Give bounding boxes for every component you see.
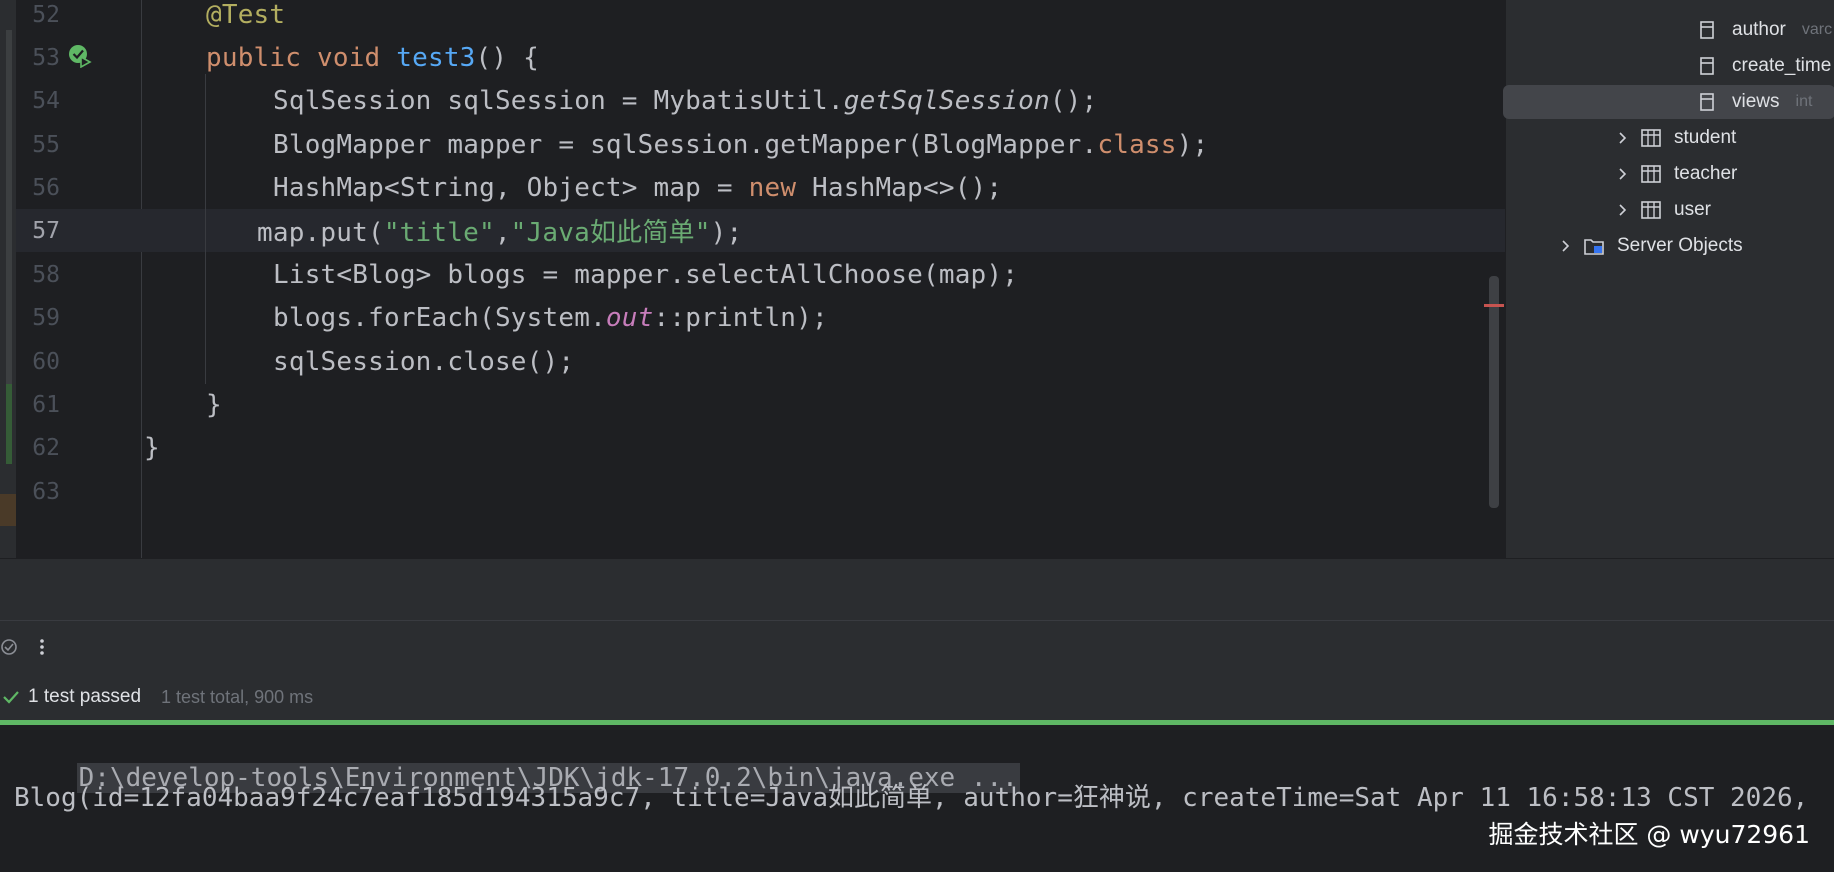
- code-text: HashMap<String, Object> map = new HashMa…: [273, 172, 1003, 203]
- line-number: 53: [32, 44, 60, 71]
- tree-item-label: create_time: [1732, 55, 1832, 76]
- editor-scrollbar[interactable]: [1489, 276, 1499, 508]
- code-line-58[interactable]: 58 List<Blog> blogs = mapper.selectAllCh…: [16, 253, 1505, 296]
- line-number: 55: [32, 131, 60, 158]
- line-number: 52: [32, 1, 60, 28]
- code-text: sqlSession.close();: [273, 346, 575, 377]
- code-line-52[interactable]: 52 @Test: [16, 0, 1505, 36]
- indent-guide: [205, 74, 206, 384]
- tree-item-label: student: [1674, 127, 1737, 148]
- vcs-modified-marker: [0, 494, 16, 526]
- code-line-60[interactable]: 60 sqlSession.close();: [16, 340, 1505, 383]
- line-number: 61: [32, 391, 60, 418]
- column-icon: [1700, 57, 1714, 75]
- vcs-added-marker: [6, 384, 12, 464]
- tree-item-label: teacher: [1674, 163, 1738, 184]
- line-number: 58: [32, 261, 60, 288]
- code-line-54[interactable]: 54 SqlSession sqlSession = MybatisUtil.g…: [16, 79, 1505, 122]
- code-text: SqlSession sqlSession = MybatisUtil.getS…: [273, 85, 1098, 116]
- tree-table-teacher[interactable]: teacher: [1616, 157, 1737, 191]
- code-line-61[interactable]: 61 }: [16, 383, 1505, 426]
- test-status-label: 1 test passed: [28, 686, 142, 707]
- test-status-row: 1 test passed 1 test total, 900 ms: [0, 672, 1834, 722]
- panel-separator-strip: [0, 558, 1834, 620]
- tree-item-label: Server Objects: [1617, 235, 1743, 256]
- tree-column-views[interactable]: views int: [1503, 85, 1834, 119]
- check-icon: [3, 691, 19, 704]
- tree-item-label: views: [1732, 91, 1780, 112]
- watermark: 掘金技术社区 @ wyu72961: [1488, 820, 1810, 849]
- test-summary: 1 test total, 900 ms: [161, 686, 314, 707]
- column-type: varc: [1801, 21, 1833, 38]
- run-test-icon[interactable]: [68, 44, 92, 68]
- code-text: }: [144, 432, 160, 463]
- tree-column-author[interactable]: author varc: [1698, 13, 1832, 47]
- folder-icon: [1584, 239, 1604, 255]
- code-editor[interactable]: 52 @Test 53 public void test3() { 54 Sql…: [0, 0, 1505, 558]
- code-text: }: [206, 389, 222, 420]
- table-icon: [1641, 201, 1661, 219]
- chevron-right-icon[interactable]: [1559, 239, 1573, 253]
- run-toolbar: [0, 620, 1834, 672]
- column-icon: [1700, 21, 1714, 39]
- error-stripe-marker[interactable]: [1484, 304, 1504, 307]
- line-number: 63: [32, 478, 60, 505]
- table-icon: [1641, 129, 1661, 147]
- chevron-right-icon[interactable]: [1616, 167, 1630, 181]
- code-line-59[interactable]: 59 blogs.forEach(System.out::println);: [16, 296, 1505, 339]
- line-number: 57: [32, 217, 60, 244]
- code-text: public void test3() {: [206, 42, 539, 73]
- code-text: @Test: [206, 0, 286, 30]
- code-text: map.put("title","Java如此简单");: [257, 218, 743, 248]
- code-text: List<Blog> blogs = mapper.selectAllChoos…: [273, 259, 1019, 290]
- code-line-63[interactable]: 63: [16, 470, 1505, 513]
- chevron-right-icon[interactable]: [1616, 203, 1630, 217]
- line-number: 54: [32, 87, 60, 114]
- test-history-icon[interactable]: [0, 637, 20, 657]
- chevron-right-icon[interactable]: [1616, 131, 1630, 145]
- code-line-55[interactable]: 55 BlogMapper mapper = sqlSession.getMap…: [16, 123, 1505, 166]
- tree-item-label: author: [1732, 19, 1786, 40]
- code-line-57-current[interactable]: 57 map.put("title","Java如此简单");: [16, 209, 1505, 252]
- column-type: int: [1795, 93, 1813, 110]
- line-number: 62: [32, 434, 60, 461]
- code-text: BlogMapper mapper = sqlSession.getMapper…: [273, 129, 1209, 160]
- more-options-icon[interactable]: [34, 637, 50, 657]
- column-icon: [1700, 93, 1714, 111]
- tree-server-objects[interactable]: Server Objects: [1559, 229, 1743, 263]
- line-number: 60: [32, 348, 60, 375]
- tree-table-student[interactable]: student: [1616, 121, 1736, 155]
- line-number: 56: [32, 174, 60, 201]
- tree-table-user[interactable]: user: [1616, 193, 1711, 227]
- console-line-output: Blog(id=12fa04baa9f24c7eaf185d194315a9c7…: [14, 783, 1809, 813]
- code-line-53[interactable]: 53 public void test3() {: [16, 36, 1505, 79]
- tree-column-create-time[interactable]: create_time: [1698, 49, 1831, 83]
- database-explorer: author varc create_time views int studen…: [1503, 0, 1834, 558]
- tree-item-label: user: [1674, 199, 1711, 220]
- code-line-62[interactable]: 62 }: [16, 426, 1505, 469]
- code-line-56[interactable]: 56 HashMap<String, Object> map = new Has…: [16, 166, 1505, 209]
- code-text: blogs.forEach(System.out::println);: [273, 302, 828, 333]
- line-number: 59: [32, 304, 60, 331]
- table-icon: [1641, 165, 1661, 183]
